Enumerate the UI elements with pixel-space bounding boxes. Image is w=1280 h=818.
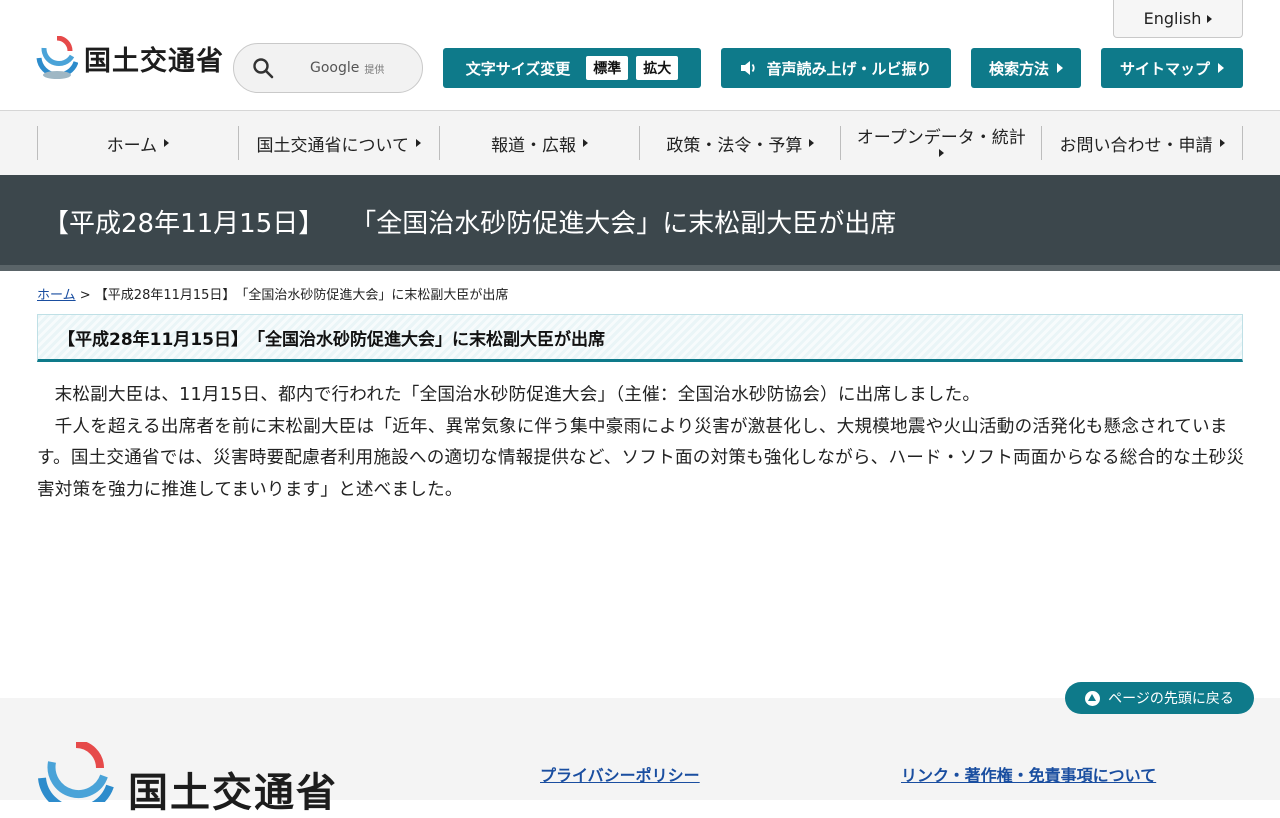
nav-item-label: 報道・広報 [491, 135, 577, 156]
speaker-icon [741, 61, 756, 75]
article-paragraph: 末松副大臣は、11月15日、都内で行われた「全国治水砂防促進大会」（主催：全国治… [54, 385, 981, 405]
english-button[interactable]: English [1113, 0, 1243, 38]
nav-item-contact[interactable]: お問い合わせ・申請 [1041, 126, 1243, 160]
nav-item-press[interactable]: 報道・広報 [438, 126, 640, 160]
nav-item-label: ホーム [106, 135, 158, 156]
search-provider: Google [310, 60, 360, 76]
font-size-large-button[interactable]: 拡大 [636, 56, 679, 80]
sitemap-label: サイトマップ [1119, 59, 1210, 78]
search-box[interactable]: Google 提供 [233, 43, 423, 93]
mlit-logo-icon [38, 742, 114, 802]
back-to-top-button[interactable]: ページの先頭に戻る [1065, 682, 1254, 714]
page-title: 【平成28年11月15日】 「全国治水砂防促進大会」に末松副大臣が出席 [43, 209, 897, 239]
speech-ruby-label: 音声読み上げ・ルビ振り [766, 59, 932, 78]
mlit-logo-icon [36, 36, 78, 79]
font-size-control: 文字サイズ変更 標準 拡大 [443, 48, 701, 88]
arrow-up-icon [1085, 690, 1101, 706]
english-label: English [1143, 9, 1202, 28]
global-nav: ホーム 国土交通省について 報道・広報 政策・法令・予算 オープンデータ・統計 … [0, 111, 1280, 175]
nav-item-open-data[interactable]: オープンデータ・統計 [840, 126, 1041, 160]
sitemap-button[interactable]: サイトマップ [1101, 48, 1243, 88]
arrow-right-icon [809, 139, 815, 147]
breadcrumb-separator: > [75, 288, 95, 303]
arrow-right-icon [938, 149, 944, 158]
search-icon[interactable] [252, 57, 274, 79]
nav-item-label: 国土交通省について [256, 135, 409, 156]
search-method-label: 検索方法 [988, 59, 1049, 78]
breadcrumb-home-link[interactable]: ホーム [37, 288, 76, 303]
nav-item-label: お問い合わせ・申請 [1059, 135, 1213, 156]
nav-item-label: オープンデータ・統計 [856, 127, 1026, 148]
site-logo-text: 国土交通省 [84, 45, 224, 77]
title-band: 【平成28年11月15日】 「全国治水砂防促進大会」に末松副大臣が出席 [0, 175, 1280, 271]
article-body: 末松副大臣は、11月15日、都内で行われた「全国治水砂防促進大会」（主催：全国治… [37, 380, 1247, 506]
nav-item-label: 政策・法令・予算 [666, 135, 803, 156]
nav-item-about[interactable]: 国土交通省について [237, 126, 439, 160]
site-logo[interactable]: 国土交通省 [36, 36, 224, 80]
footer-logo[interactable]: 国土交通省 [38, 742, 338, 818]
arrow-right-icon [583, 139, 589, 147]
footer-logo-text: 国土交通省 [128, 770, 338, 816]
privacy-policy-link[interactable]: プライバシーポリシー [540, 762, 700, 786]
nav-item-home[interactable]: ホーム [37, 126, 238, 160]
breadcrumb-current: 【平成28年11月15日】 「全国治水砂防促進大会」に末松副大臣が出席 [94, 288, 509, 303]
arrow-right-icon [164, 139, 170, 147]
arrow-right-icon [1057, 63, 1063, 73]
arrow-right-icon [1219, 139, 1225, 147]
font-size-label: 文字サイズ変更 [465, 59, 571, 78]
arrow-right-icon [415, 139, 421, 147]
back-to-top-label: ページの先頭に戻る [1108, 691, 1234, 707]
speech-ruby-button[interactable]: 音声読み上げ・ルビ振り [721, 48, 951, 88]
link-copyright-disclaimer-link[interactable]: リンク・著作権・免責事項について [901, 762, 1156, 786]
arrow-right-icon [1207, 14, 1213, 23]
article-heading: 【平成28年11月15日】 「全国治水砂防促進大会」に末松副大臣が出席 [37, 314, 1243, 362]
nav-item-policy[interactable]: 政策・法令・予算 [639, 126, 840, 160]
font-size-standard-button[interactable]: 標準 [586, 56, 629, 80]
article-paragraph: 千人を超える出席者を前に末松副大臣は「近年、異常気象に伴う集中豪雨により災害が激… [37, 416, 1245, 500]
breadcrumb: ホーム > 【平成28年11月15日】 「全国治水砂防促進大会」に末松副大臣が出… [37, 284, 508, 303]
arrow-right-icon [1218, 63, 1224, 73]
search-provider-suffix: 提供 [364, 64, 385, 76]
search-method-button[interactable]: 検索方法 [971, 48, 1081, 88]
site-header: 国土交通省 Google 提供 English 文字サイズ変更 標準 拡大 音声… [0, 0, 1280, 111]
